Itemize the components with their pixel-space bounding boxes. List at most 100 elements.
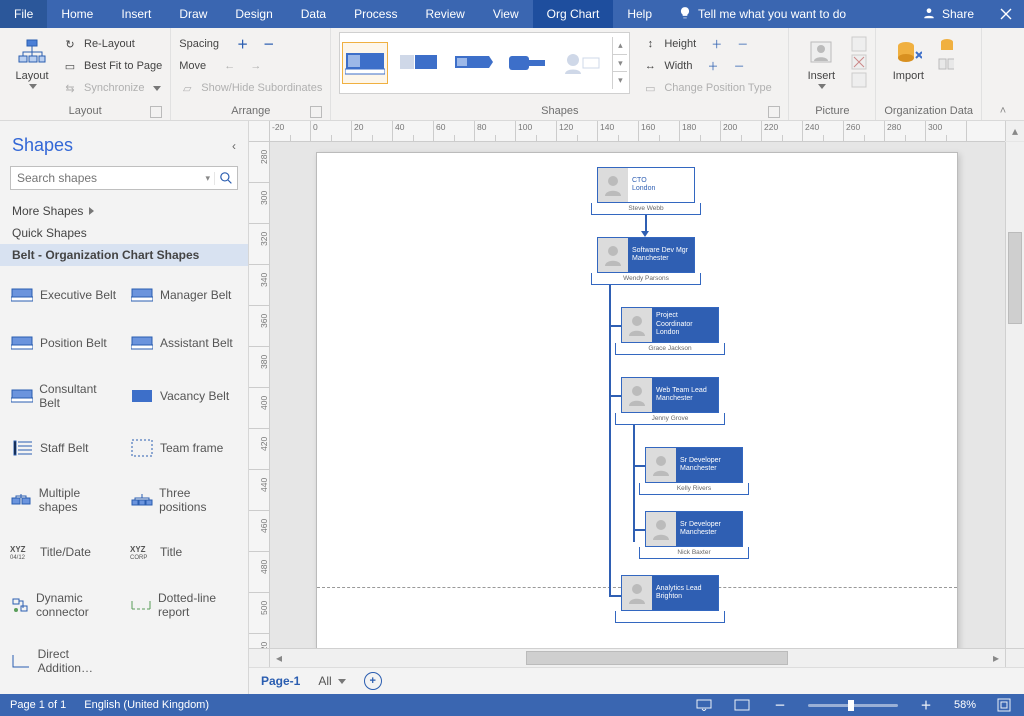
show-hide-subordinates: ▱Show/Hide Subordinates <box>179 78 322 98</box>
picture-delete-icon[interactable] <box>851 54 867 70</box>
page-tab-1[interactable]: Page-1 <box>261 674 300 688</box>
stencil-manager-belt[interactable]: Manager Belt <box>126 272 242 318</box>
stencil-consultant-belt[interactable]: Consultant Belt <box>6 369 122 423</box>
org-node[interactable]: Sr DeveloperManchesterKelly Rivers <box>645 447 743 495</box>
stencil-dynamic-connector[interactable]: Dynamic connector <box>6 578 122 632</box>
tab-file[interactable]: File <box>0 0 47 28</box>
stencil-dotted-line-report[interactable]: Dotted-line report <box>126 578 242 632</box>
best-fit-button[interactable]: ▭Best Fit to Page <box>62 56 162 76</box>
belt-style-1[interactable] <box>342 42 388 84</box>
fit-to-window-icon[interactable] <box>994 697 1014 713</box>
scroll-left-arrow[interactable]: ◂ <box>270 649 288 667</box>
stencil-position-belt[interactable]: Position Belt <box>6 320 122 366</box>
stencil-vacancy-belt[interactable]: Vacancy Belt <box>126 369 242 423</box>
stencil-title[interactable]: XYZCORPTitle <box>126 529 242 575</box>
picture-insert-button[interactable]: Insert <box>797 32 845 89</box>
org-node[interactable]: Project CoordinatorLondonGrace Jackson <box>621 307 719 355</box>
stencil-direct-addition-[interactable]: Direct Addition… <box>6 634 122 688</box>
import-button[interactable]: Import <box>884 32 932 82</box>
dialog-launcher-icon[interactable] <box>310 106 322 118</box>
more-shapes[interactable]: More Shapes <box>0 200 248 222</box>
horizontal-scrollbar[interactable] <box>306 649 969 667</box>
ribbon-collapse-icon[interactable]: ˄ <box>990 102 1016 120</box>
org-node[interactable]: Sr DeveloperManchesterNick Baxter <box>645 511 743 559</box>
relayout-button[interactable]: ↻Re-Layout <box>62 34 162 54</box>
add-page-button[interactable]: + <box>364 672 382 690</box>
stencil-assistant-belt[interactable]: Assistant Belt <box>126 320 242 366</box>
zoom-level[interactable]: 58% <box>954 699 976 711</box>
zoom-in-icon[interactable]: ＋ <box>916 697 936 713</box>
shape-icon <box>130 595 152 615</box>
dialog-launcher-icon[interactable] <box>768 106 780 118</box>
scroll-thumb[interactable] <box>526 651 788 665</box>
tab-review[interactable]: Review <box>411 0 478 28</box>
zoom-out-icon[interactable]: － <box>770 697 790 713</box>
belt-style-5[interactable] <box>558 42 604 84</box>
tab-insert[interactable]: Insert <box>107 0 165 28</box>
avatar-icon <box>646 448 676 482</box>
page-width-view-icon[interactable] <box>732 697 752 713</box>
window-close[interactable] <box>988 0 1024 28</box>
tab-draw[interactable]: Draw <box>165 0 221 28</box>
search-input[interactable] <box>11 171 201 185</box>
search-shapes[interactable]: ▾ <box>10 166 238 190</box>
org-node[interactable]: CTOLondonSteve Webb <box>597 167 695 215</box>
stencil-team-frame[interactable]: Team frame <box>126 425 242 471</box>
tab-org-chart[interactable]: Org Chart <box>533 0 614 28</box>
move-control[interactable]: Move ← → <box>179 56 322 76</box>
canvas-area: -200204060801001201401601802002202402602… <box>249 121 1024 694</box>
spacing-control[interactable]: Spacing ＋ － <box>179 34 322 54</box>
gallery-scroll[interactable]: ▴▾▾ <box>612 37 627 89</box>
tell-me[interactable]: Tell me what you want to do <box>666 0 858 28</box>
belt-style-4[interactable] <box>504 42 550 84</box>
shape-icon <box>10 651 32 671</box>
tab-view[interactable]: View <box>479 0 533 28</box>
stencil-title-date[interactable]: XYZ04/12Title/Date <box>6 529 122 575</box>
belt-style-2[interactable] <box>396 42 442 84</box>
page-indicator[interactable]: Page 1 of 1 <box>10 699 66 711</box>
height-control[interactable]: ↕Height ＋ － <box>642 34 771 54</box>
chevron-down-icon[interactable]: ▾ <box>201 173 214 184</box>
belt-style-3[interactable] <box>450 42 496 84</box>
compare-icon[interactable] <box>938 56 954 72</box>
width-control[interactable]: ↔Width ＋ － <box>642 56 771 76</box>
ruler-horizontal: -200204060801001201401601802002202402602… <box>270 121 1005 142</box>
all-pages-tab[interactable]: All <box>318 674 345 688</box>
tab-design[interactable]: Design <box>221 0 286 28</box>
stencil-executive-belt[interactable]: Executive Belt <box>6 272 122 318</box>
drawing-page[interactable]: CTOLondonSteve Webb Software Dev MgrManch… <box>316 152 958 648</box>
scroll-up-arrow[interactable]: ▴ <box>1005 121 1024 141</box>
stencil-three-positions[interactable]: Three positions <box>126 473 242 527</box>
tab-data[interactable]: Data <box>287 0 340 28</box>
org-node[interactable]: Analytics LeadBrighton <box>621 575 719 623</box>
stencil-belt-org[interactable]: Belt - Organization Chart Shapes <box>0 244 248 266</box>
avatar-icon <box>622 576 652 610</box>
share-button[interactable]: Share <box>908 0 988 28</box>
scroll-right-arrow[interactable]: ▸ <box>987 649 1005 667</box>
stencil-multiple-shapes[interactable]: Multiple shapes <box>6 473 122 527</box>
page-fit-icon: ▭ <box>62 58 78 74</box>
org-node[interactable]: Software Dev MgrManchesterWendy Parsons <box>597 237 695 285</box>
drawing-canvas[interactable]: CTOLondonSteve Webb Software Dev MgrManch… <box>270 142 1005 648</box>
search-icon[interactable] <box>214 172 237 185</box>
dialog-launcher-icon[interactable] <box>150 106 162 118</box>
export-icon[interactable] <box>938 38 954 54</box>
tab-home[interactable]: Home <box>47 0 107 28</box>
presentation-view-icon[interactable] <box>694 697 714 713</box>
quick-shapes[interactable]: Quick Shapes <box>0 222 248 244</box>
picture-change-icon[interactable] <box>851 36 867 52</box>
menu-tabs: FileHomeInsertDrawDesignDataProcessRevie… <box>0 0 1024 28</box>
shape-icon <box>10 333 34 353</box>
language-indicator[interactable]: English (United Kingdom) <box>84 699 209 711</box>
zoom-slider[interactable] <box>808 704 898 707</box>
belt-style-gallery[interactable]: ▴▾▾ <box>339 32 630 94</box>
collapse-pane-icon[interactable]: ‹ <box>232 139 236 153</box>
layout-button[interactable]: Layout <box>8 32 56 89</box>
org-node[interactable]: Web Team LeadManchesterJenny Grove <box>621 377 719 425</box>
tab-process[interactable]: Process <box>340 0 411 28</box>
picture-show-icon[interactable] <box>851 72 867 88</box>
scroll-thumb[interactable] <box>1008 232 1022 324</box>
tab-help[interactable]: Help <box>613 0 666 28</box>
stencil-staff-belt[interactable]: Staff Belt <box>6 425 122 471</box>
vertical-scrollbar[interactable] <box>1005 142 1024 648</box>
